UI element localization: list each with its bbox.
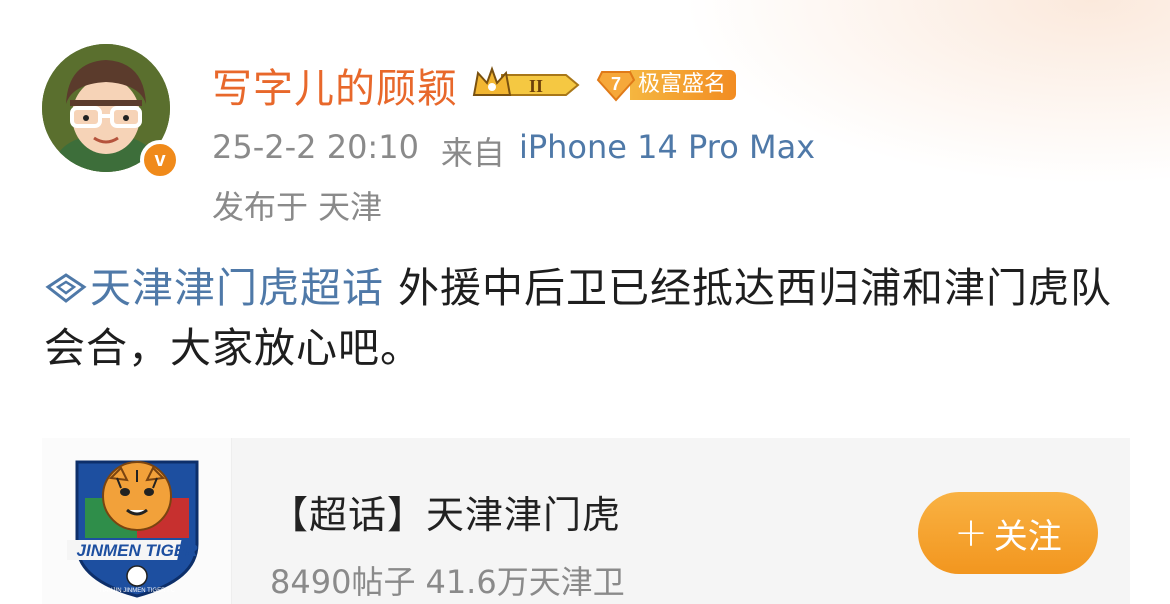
follow-label: 关注 — [993, 516, 1062, 557]
card-info: 【超话】天津津门虎 8490帖子 41.6万天津卫 — [270, 484, 625, 603]
card-stats: 8490帖子 41.6万天津卫 — [270, 557, 625, 603]
logo-subtext: TIANJIN JINMEN TIGER FC — [98, 588, 175, 594]
level-badge[interactable]: II — [472, 65, 584, 105]
card-title[interactable]: 【超话】天津津门虎 — [270, 484, 625, 539]
followers-label: 万天津卫 — [496, 563, 625, 601]
tiger-shield-logo-icon: JINMEN TIGER TIANJIN JINMEN TIGER FC — [66, 460, 198, 598]
fame-label: 极富盛名 — [630, 70, 737, 100]
fame-level-icon: 7 — [596, 68, 636, 102]
posts-count: 8490 — [270, 563, 352, 601]
verified-v-icon: v — [140, 140, 180, 180]
follow-button[interactable]: + 关注 — [918, 492, 1098, 574]
user-line: 写字儿的顾颖 II 7 极富盛名 — [212, 56, 737, 114]
avatar[interactable]: v — [42, 44, 180, 180]
username[interactable]: 写字儿的顾颖 — [212, 56, 458, 114]
logo-text: JINMEN TIGER — [76, 541, 198, 560]
followers-count: 41.6 — [425, 563, 497, 601]
team-logo: JINMEN TIGER TIANJIN JINMEN TIGER FC — [42, 438, 232, 604]
level-text: II — [529, 76, 543, 96]
post-meta: 25-2-2 20:10 来自 iPhone 14 Pro Max — [212, 128, 815, 174]
topic-link[interactable]: 天津津门虎超话 — [44, 264, 384, 312]
source-prefix: 来自 — [440, 134, 505, 172]
crown-icon: II — [472, 66, 580, 96]
diamond-topic-icon — [45, 273, 87, 303]
fame-level-number: 7 — [611, 74, 621, 94]
fame-badge[interactable]: 7 极富盛名 — [596, 68, 737, 102]
plus-icon: + — [954, 510, 988, 556]
timestamp: 25-2-2 20:10 — [212, 128, 419, 166]
posts-label: 帖子 — [351, 563, 416, 601]
super-topic-card[interactable]: JINMEN TIGER TIANJIN JINMEN TIGER FC 【超话… — [42, 438, 1130, 604]
post-location: 发布于 天津 — [212, 188, 383, 226]
topic-link-label: 天津津门虎超话 — [90, 264, 384, 312]
post-body: 天津津门虎超话 外援中后卫已经抵达西归浦和津门虎队会合，大家放心吧。 — [44, 258, 1134, 378]
device-name: iPhone 14 Pro Max — [518, 128, 816, 166]
